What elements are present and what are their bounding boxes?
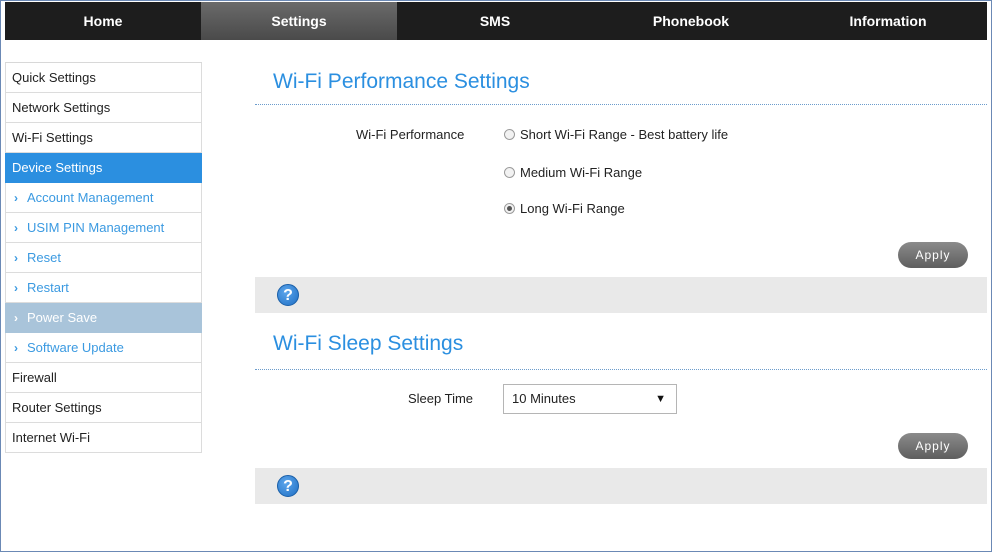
sidebar-subitem-software-update[interactable]: › Software Update bbox=[5, 333, 202, 363]
chevron-right-icon: › bbox=[14, 341, 18, 355]
radio-label: Short Wi-Fi Range - Best battery life bbox=[520, 127, 729, 142]
sleep-help-bar: ? bbox=[255, 468, 987, 504]
sidebar-item-internet-wifi[interactable]: Internet Wi-Fi bbox=[5, 423, 202, 453]
chevron-right-icon: › bbox=[14, 311, 18, 325]
sidebar-item-device-settings[interactable]: Device Settings bbox=[5, 153, 202, 183]
chevron-right-icon: › bbox=[14, 281, 18, 295]
chevron-right-icon: › bbox=[14, 221, 18, 235]
sidebar-subitem-restart[interactable]: › Restart bbox=[5, 273, 202, 303]
radio-medium-range[interactable]: Medium Wi-Fi Range bbox=[504, 165, 642, 180]
tab-information[interactable]: Information bbox=[789, 2, 987, 40]
chevron-right-icon: › bbox=[14, 251, 18, 265]
sidebar-item-wifi-settings[interactable]: Wi-Fi Settings bbox=[5, 123, 202, 153]
section-divider bbox=[255, 104, 987, 105]
top-nav: Home Settings SMS Phonebook Information bbox=[5, 2, 987, 40]
tab-settings[interactable]: Settings bbox=[201, 2, 397, 40]
sidebar-item-quick-settings[interactable]: Quick Settings bbox=[5, 63, 202, 93]
wifi-performance-label: Wi-Fi Performance bbox=[356, 127, 465, 142]
radio-button[interactable] bbox=[504, 203, 515, 214]
performance-apply-button[interactable]: Apply bbox=[898, 242, 968, 268]
sidebar-item-network-settings[interactable]: Network Settings bbox=[5, 93, 202, 123]
tab-sms[interactable]: SMS bbox=[397, 2, 593, 40]
sidebar-subitem-label: USIM PIN Management bbox=[27, 220, 165, 235]
sidebar-subitem-label: Restart bbox=[27, 280, 69, 295]
section-divider bbox=[255, 369, 987, 370]
sidebar-subitem-label: Software Update bbox=[27, 340, 124, 355]
sidebar-subitem-power-save[interactable]: › Power Save bbox=[5, 303, 202, 333]
sidebar-item-router-settings[interactable]: Router Settings bbox=[5, 393, 202, 423]
performance-section-title: Wi-Fi Performance Settings bbox=[273, 70, 530, 93]
radio-button[interactable] bbox=[504, 167, 515, 178]
performance-help-bar: ? bbox=[255, 277, 987, 313]
radio-short-range[interactable]: Short Wi-Fi Range - Best battery life bbox=[504, 127, 728, 142]
radio-label: Medium Wi-Fi Range bbox=[520, 165, 643, 180]
sidebar-subitem-label: Power Save bbox=[27, 310, 98, 325]
radio-long-range[interactable]: Long Wi-Fi Range bbox=[504, 201, 625, 216]
sleep-section-title: Wi-Fi Sleep Settings bbox=[273, 332, 464, 355]
sidebar-item-firewall[interactable]: Firewall bbox=[5, 363, 202, 393]
chevron-right-icon: › bbox=[14, 191, 18, 205]
radio-label: Long Wi-Fi Range bbox=[520, 201, 625, 216]
sidebar-subitem-label: Account Management bbox=[27, 190, 154, 205]
sleep-time-label: Sleep Time bbox=[408, 391, 474, 406]
help-icon[interactable]: ? bbox=[277, 284, 299, 306]
sidebar: Quick Settings Network Settings Wi-Fi Se… bbox=[5, 62, 202, 453]
sidebar-subitem-reset[interactable]: › Reset bbox=[5, 243, 202, 273]
radio-button[interactable] bbox=[504, 129, 515, 140]
tab-phonebook[interactable]: Phonebook bbox=[593, 2, 789, 40]
sidebar-subitem-usim-pin-management[interactable]: › USIM PIN Management bbox=[5, 213, 202, 243]
chevron-down-icon: ▼ bbox=[655, 393, 666, 405]
help-icon[interactable]: ? bbox=[277, 475, 299, 497]
sleep-time-select[interactable]: 10 Minutes ▼ bbox=[503, 384, 677, 414]
sleep-time-value: 10 Minutes bbox=[512, 391, 576, 406]
sidebar-subitem-label: Reset bbox=[27, 250, 61, 265]
sidebar-subitem-account-management[interactable]: › Account Management bbox=[5, 183, 202, 213]
tab-home[interactable]: Home bbox=[5, 2, 201, 40]
sleep-apply-button[interactable]: Apply bbox=[898, 433, 968, 459]
